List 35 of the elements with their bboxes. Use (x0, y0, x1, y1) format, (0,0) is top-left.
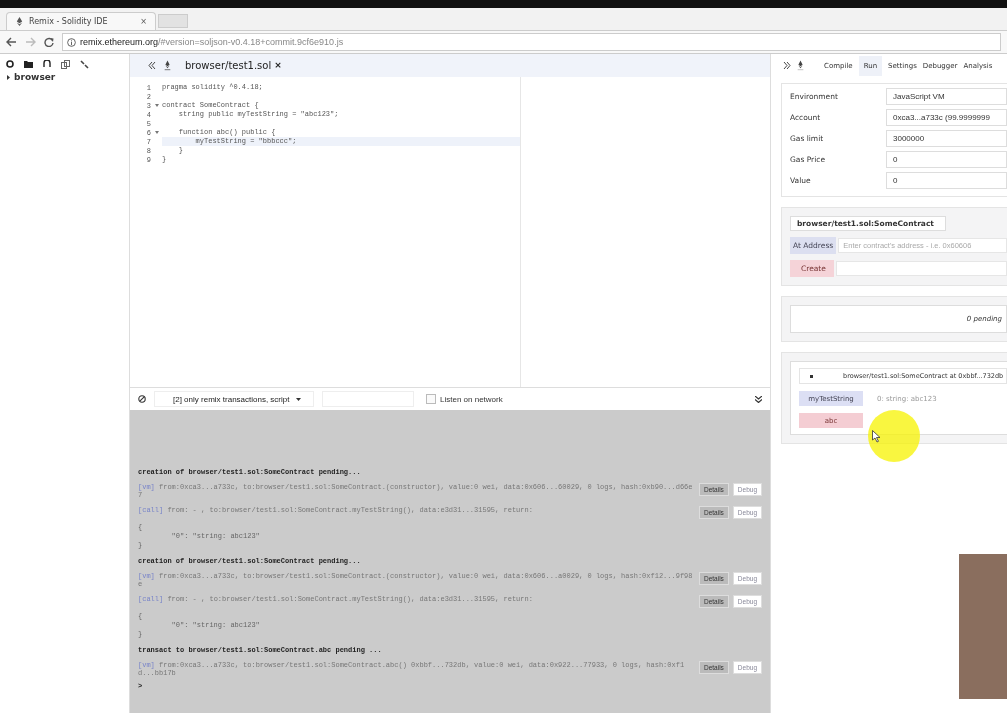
toggle-icon (810, 374, 813, 378)
setting-field[interactable]: 0 (886, 172, 1007, 189)
setting-field[interactable]: 3000000 (886, 130, 1007, 147)
file-tab[interactable]: browser/test1.sol × (179, 56, 288, 75)
checkbox-label: Listen on network (440, 394, 503, 404)
arguments-input[interactable] (836, 261, 1007, 276)
fold-icon[interactable] (154, 131, 159, 134)
folder-icon[interactable] (24, 60, 33, 68)
fold-icon[interactable] (154, 104, 159, 107)
diamond-icon (797, 60, 804, 71)
close-tab-button[interactable]: × (140, 17, 147, 26)
diamond-icon (15, 17, 24, 26)
double-chevron-down-icon[interactable] (755, 395, 762, 403)
caret-icon (6, 74, 11, 80)
setting-field[interactable]: 0 (886, 151, 1007, 168)
back-icon[interactable] (6, 37, 17, 47)
plus-circle-icon[interactable] (6, 60, 14, 68)
setting-field[interactable]: JavaScript VM (886, 88, 1007, 105)
info-icon (67, 37, 76, 47)
double-chevron-right-icon[interactable] (783, 62, 791, 69)
pointer-icon (872, 430, 881, 443)
setting-field[interactable]: 0xca3...a733c (99.9999999 (886, 109, 1007, 126)
tab-title: Remix - Solidity IDE (29, 17, 108, 26)
clear-icon[interactable] (138, 395, 146, 403)
checkbox[interactable] (426, 394, 436, 404)
double-chevron-left-icon[interactable] (148, 62, 156, 69)
diamond-icon (164, 60, 171, 71)
folder-item[interactable]: browser (6, 72, 56, 82)
close-file-button[interactable]: × (274, 60, 282, 70)
copy-icon[interactable] (61, 59, 70, 69)
filter-select[interactable]: [2] only remix transactions, script (154, 391, 314, 407)
reload-icon[interactable] (44, 37, 54, 47)
address-field[interactable]: remix.ethereum.org/#version=soljson-v0.4.18+commit.9cf6e910.js (62, 33, 1001, 51)
dropdown-icon (296, 397, 301, 401)
browser-tab[interactable]: Remix - Solidity IDE × (6, 12, 156, 30)
